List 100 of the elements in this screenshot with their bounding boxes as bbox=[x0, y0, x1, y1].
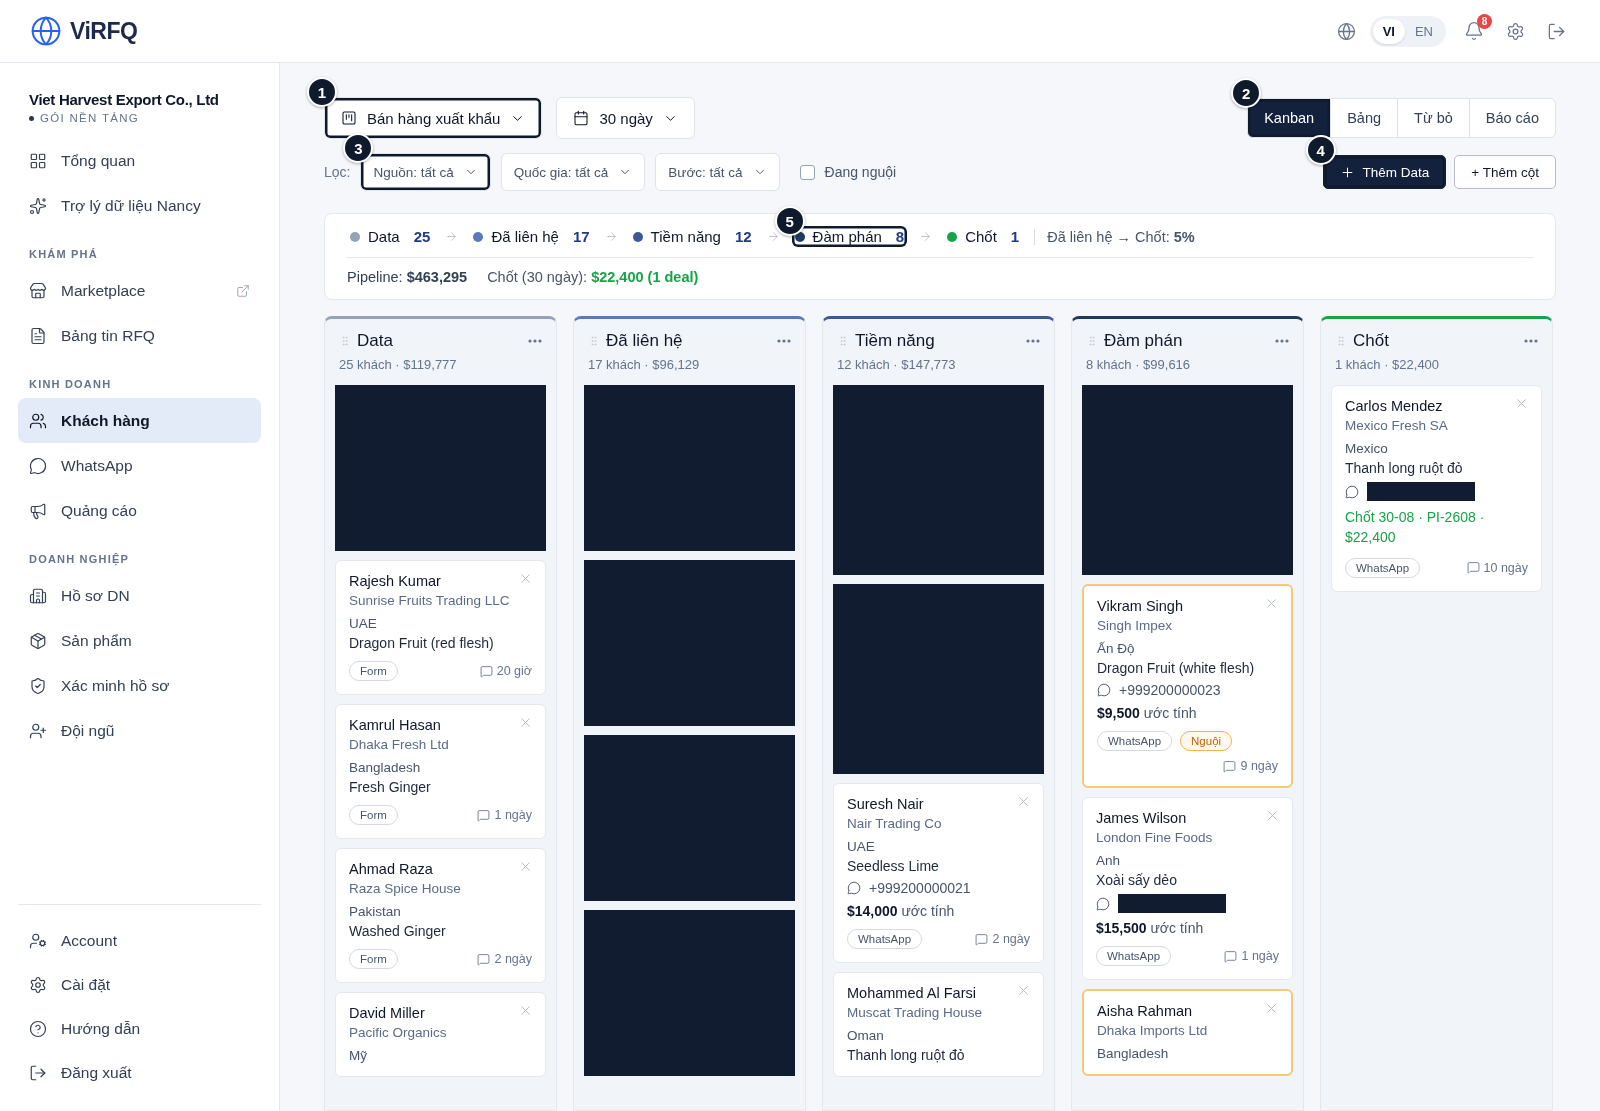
funnel-stage[interactable]: Tiềm năng 12 bbox=[629, 226, 755, 247]
view-tab[interactable]: Kanban bbox=[1247, 98, 1332, 138]
more-icon[interactable] bbox=[528, 339, 542, 343]
lead-card[interactable]: Vikram Singh Singh Impex Ấn Độ Dragon Fruit (white flesh) +999200000023 $9,500 ước tính WhatsApp Nguội 9 ngày bbox=[1082, 584, 1293, 788]
lead-card[interactable]: Rajesh Kumar Sunrise Fruits Trading LLC UAE Dragon Fruit (red flesh) Form 20 giờ bbox=[335, 560, 546, 695]
arrow-right-icon bbox=[919, 230, 933, 243]
company-name: Dhaka Imports Ltd bbox=[1097, 1023, 1209, 1038]
funnel-stage[interactable]: Đã liên hệ 17 bbox=[470, 226, 593, 247]
column-title: Đàm phán bbox=[1104, 331, 1184, 351]
nav-item[interactable]: Hướng dẫn bbox=[18, 1007, 261, 1051]
nav-item[interactable]: Đội ngũ bbox=[18, 708, 261, 753]
column-summary: 1 khách · $22,400 bbox=[1335, 357, 1441, 372]
company-name: Nair Trading Co bbox=[847, 816, 943, 831]
package-icon bbox=[29, 631, 47, 650]
lead-card[interactable]: James Wilson London Fine Foods Anh Xoài sấy dẻo $15,500 ước tính WhatsApp 1 ngày bbox=[1082, 797, 1293, 980]
arrow-right-icon bbox=[766, 230, 780, 243]
lead-card[interactable]: Carlos Mendez Mexico Fresh SA Mexico Thanh long ruột đỏ Chốt 30-08 · PI-2608 · $22,400 WhatsApp 10 ngày bbox=[1331, 385, 1542, 592]
close-icon bbox=[1264, 596, 1279, 611]
funnel-stage[interactable]: Chốt 1 bbox=[944, 226, 1023, 247]
nav-item[interactable]: Account bbox=[18, 919, 261, 963]
close-icon bbox=[518, 1003, 533, 1018]
nav-item[interactable]: Khách hàng bbox=[18, 398, 261, 443]
message-icon bbox=[477, 808, 491, 822]
add-data-button[interactable]: Thêm Data bbox=[1322, 155, 1447, 189]
lead-name: Carlos Mendez bbox=[1345, 398, 1443, 414]
lead-name: James Wilson bbox=[1096, 810, 1187, 826]
nav-item[interactable]: Bảng tin RFQ bbox=[18, 313, 261, 358]
column-title: Tiềm năng bbox=[855, 331, 936, 351]
close-button[interactable] bbox=[1264, 1001, 1279, 1016]
close-button[interactable] bbox=[1016, 983, 1031, 998]
country: UAE bbox=[847, 839, 876, 854]
drag-handle-icon bbox=[588, 335, 600, 347]
megaphone-icon bbox=[29, 501, 47, 520]
section-title: KHÁM PHÁ bbox=[28, 247, 99, 262]
funnel-stage[interactable]: Data 25 bbox=[347, 226, 434, 247]
step-number: 2 bbox=[1231, 78, 1262, 108]
arrow-right-icon bbox=[604, 230, 618, 243]
more-icon[interactable] bbox=[1026, 339, 1040, 343]
close-button[interactable] bbox=[518, 571, 533, 586]
estimated-value: $14,000 ước tính bbox=[847, 903, 956, 919]
close-button[interactable] bbox=[1265, 808, 1280, 823]
company-name: Pacific Organics bbox=[349, 1025, 448, 1040]
lead-card[interactable]: Suresh Nair Nair Trading Co UAE Seedless Lime +999200000021 $14,000 ước tính WhatsApp 2 ngày bbox=[833, 783, 1044, 963]
message-icon bbox=[975, 932, 989, 946]
more-icon[interactable] bbox=[1524, 339, 1538, 343]
pipeline-select[interactable]: Bán hàng xuất khẩu bbox=[324, 97, 543, 139]
nav-item[interactable]: Đăng xuất bbox=[18, 1051, 261, 1095]
close-button[interactable] bbox=[518, 715, 533, 730]
lead-name: Kamrul Hasan bbox=[349, 717, 441, 733]
filter-select[interactable]: Nguồn: tất cả bbox=[360, 153, 491, 191]
add-column-button[interactable]: + Thêm cột bbox=[1454, 155, 1556, 189]
filter-select[interactable]: Quốc gia: tất cả bbox=[500, 153, 646, 191]
close-button[interactable] bbox=[518, 859, 533, 874]
chat-icon bbox=[1096, 896, 1110, 911]
nav-item[interactable]: Xác minh hồ sơ bbox=[18, 663, 261, 708]
nav-item[interactable]: Marketplace bbox=[18, 268, 261, 313]
close-button[interactable] bbox=[1514, 396, 1529, 411]
filter-select[interactable]: Bước: tất cả bbox=[655, 153, 780, 191]
document-icon bbox=[29, 326, 47, 345]
lead-name: Ahmad Raza bbox=[349, 861, 433, 877]
country: Oman bbox=[847, 1028, 885, 1043]
period-select[interactable]: 30 ngày bbox=[556, 97, 695, 139]
country: UAE bbox=[349, 616, 378, 631]
language-toggle[interactable]: VI bbox=[1372, 18, 1405, 44]
last-contact: 2 ngày bbox=[975, 932, 1030, 946]
more-icon[interactable] bbox=[1275, 339, 1289, 343]
phone-number: +999200000023 bbox=[1119, 682, 1221, 698]
close-icon bbox=[1016, 794, 1031, 809]
close-button[interactable] bbox=[1016, 794, 1031, 809]
nav-item[interactable]: Quảng cáo bbox=[18, 488, 261, 533]
more-icon[interactable] bbox=[777, 339, 791, 343]
drag-handle-icon bbox=[339, 335, 351, 347]
settings-icon bbox=[29, 976, 47, 994]
lead-name: Rajesh Kumar bbox=[349, 573, 441, 589]
nav-item[interactable]: Hồ sơ DN bbox=[18, 573, 261, 618]
country: Mexico bbox=[1345, 441, 1389, 456]
view-tab[interactable]: Từ bỏ bbox=[1397, 98, 1470, 138]
kanban-icon bbox=[341, 110, 357, 126]
nav-item[interactable]: Sản phẩm bbox=[18, 618, 261, 663]
language-toggle[interactable]: EN bbox=[1404, 18, 1443, 44]
last-contact: 1 ngày bbox=[1224, 949, 1279, 963]
lead-card[interactable]: Ahmad Raza Raza Spice House Pakistan Washed Ginger Form 2 ngày bbox=[335, 848, 546, 983]
deal-closed-note: Chốt 30-08 · PI-2608 · $22,400 bbox=[1345, 508, 1486, 548]
lead-card[interactable]: Mohammed Al Farsi Muscat Trading House Oman Thanh long ruột đỏ bbox=[833, 972, 1044, 1077]
nav-item[interactable]: WhatsApp bbox=[18, 443, 261, 488]
lead-card[interactable]: David Miller Pacific Organics Mỹ bbox=[335, 992, 546, 1077]
lead-name: Aisha Rahman bbox=[1097, 1003, 1193, 1019]
cold-filter-checkbox[interactable]: Đang nguội bbox=[799, 164, 897, 180]
lead-card[interactable]: Kamrul Hasan Dhaka Fresh Ltd Bangladesh Fresh Ginger Form 1 ngày bbox=[335, 704, 546, 839]
nav-item[interactable]: Trợ lý dữ liệu Nancy bbox=[18, 183, 261, 228]
pipeline-total: Pipeline: $463,295 bbox=[347, 269, 468, 285]
close-button[interactable] bbox=[518, 1003, 533, 1018]
section-title: KINH DOANH bbox=[28, 377, 113, 392]
close-button[interactable] bbox=[1264, 596, 1279, 611]
nav-item[interactable]: Cài đặt bbox=[18, 963, 261, 1007]
lead-name: Vikram Singh bbox=[1097, 598, 1183, 614]
view-tab[interactable]: Báo cáo bbox=[1468, 98, 1556, 138]
lead-card[interactable]: Aisha Rahman Dhaka Imports Ltd Bangladesh bbox=[1082, 989, 1293, 1076]
view-tab[interactable]: Bảng bbox=[1330, 98, 1399, 138]
nav-item[interactable]: Tổng quan bbox=[18, 138, 261, 183]
